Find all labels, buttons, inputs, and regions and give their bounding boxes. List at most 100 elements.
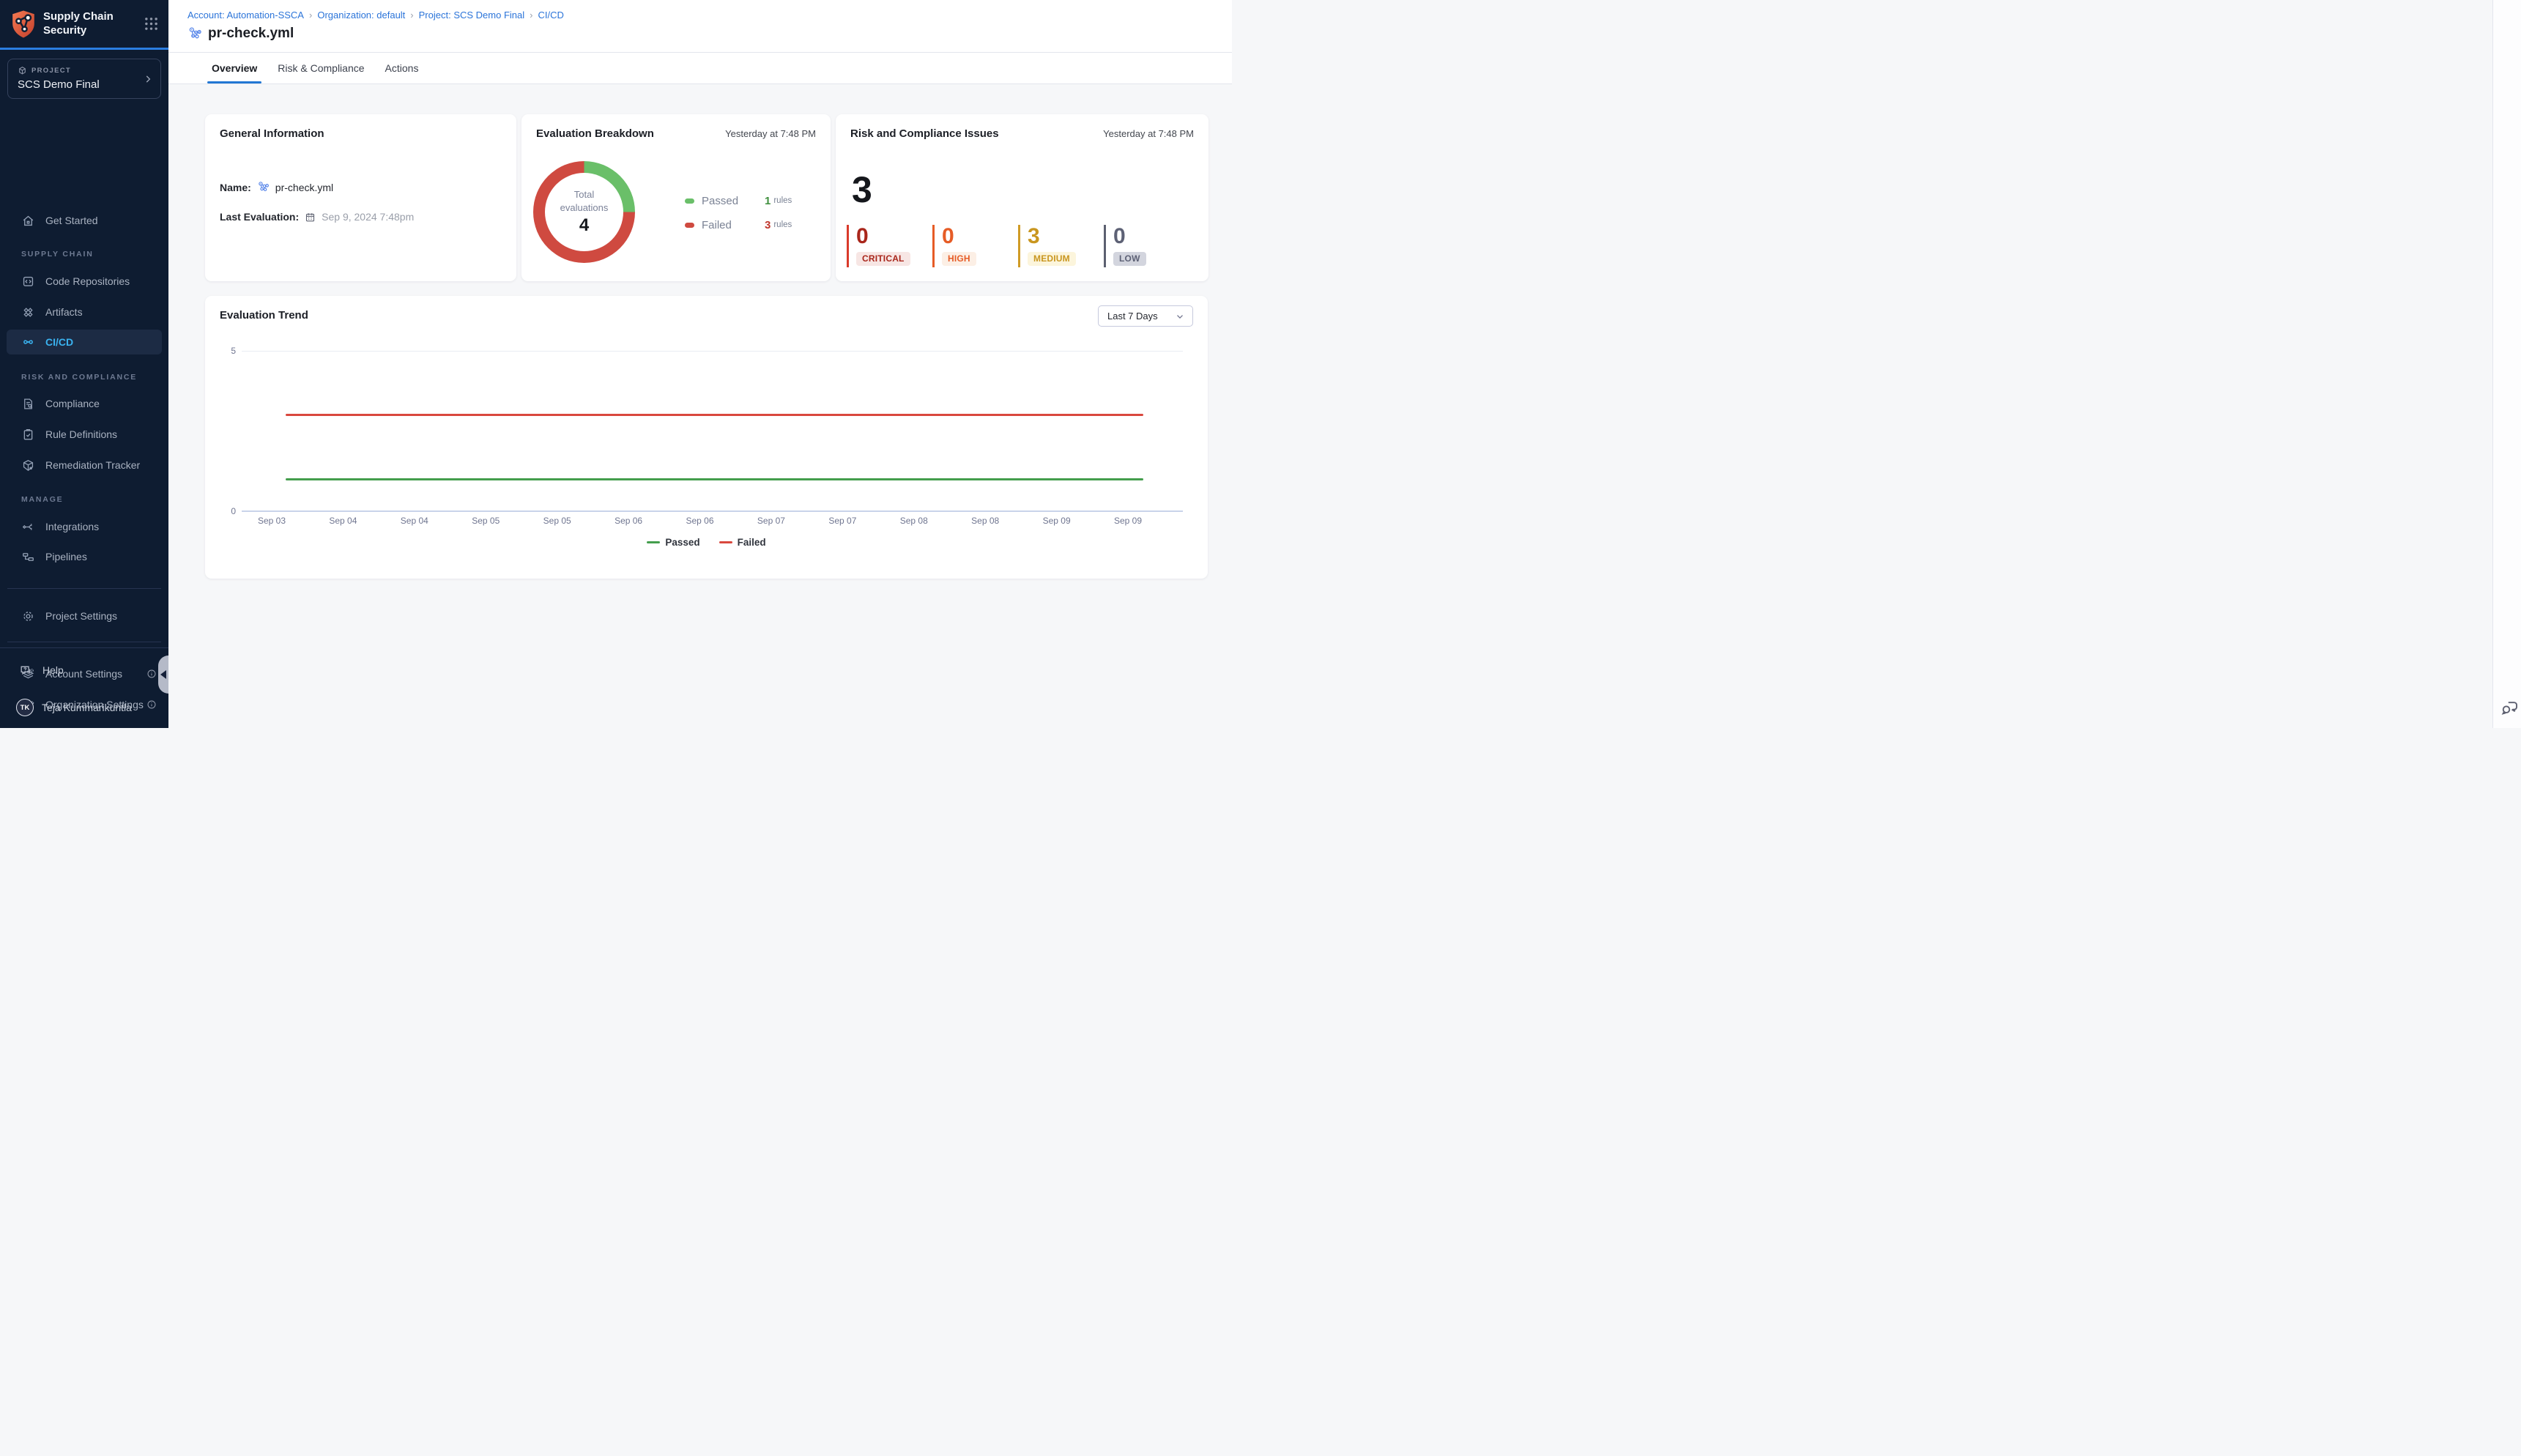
sidebar-item-compliance[interactable]: Compliance — [0, 391, 168, 416]
last-evaluation-value: Sep 9, 2024 7:48pm — [322, 211, 414, 223]
legend-unit: rules — [773, 220, 792, 229]
severity-critical: 0 CRITICAL — [847, 225, 910, 267]
card-title: General Information — [220, 127, 324, 140]
chat-bubbles-icon[interactable] — [2500, 698, 2520, 718]
severity-count: 0 — [856, 226, 910, 248]
y-axis-tick-min: 0 — [224, 506, 236, 516]
x-axis-label: Sep 05 — [453, 516, 519, 526]
breadcrumb-separator: › — [309, 10, 312, 21]
legend-row-passed: Passed 1 rules — [685, 195, 792, 207]
x-axis-label: Sep 06 — [667, 516, 733, 526]
sidebar-item-pipelines[interactable]: Pipelines — [0, 544, 168, 569]
x-axis-label: Sep 08 — [952, 516, 1018, 526]
box-icon — [21, 458, 35, 472]
x-axis-label: Sep 09 — [1024, 516, 1090, 526]
date-range-value: Last 7 Days — [1107, 311, 1158, 322]
breadcrumb-account[interactable]: Account: Automation-SSCA — [188, 10, 304, 21]
tab-overview[interactable]: Overview — [210, 53, 259, 83]
sidebar-item-label: Artifacts — [45, 306, 83, 318]
severity-badge: CRITICAL — [856, 252, 910, 266]
card-title: Risk and Compliance Issues — [850, 127, 999, 140]
x-axis-label: Sep 06 — [595, 516, 661, 526]
evaluation-trend-card: Evaluation Trend Last 7 Days 5 0 Sep 03S… — [205, 296, 1208, 579]
card-title: Evaluation Breakdown — [536, 127, 654, 140]
severity-high: 0 HIGH — [932, 225, 976, 267]
x-axis-label: Sep 03 — [239, 516, 305, 526]
sidebar-item-label: Compliance — [45, 398, 100, 409]
timestamp: Yesterday at 7:48 PM — [725, 128, 816, 139]
sidebar-item-label: Rule Definitions — [45, 428, 117, 440]
clipboard-check-icon — [21, 428, 35, 442]
passed-dash-icon — [647, 541, 660, 544]
module-grid-icon[interactable] — [144, 17, 158, 31]
trend-line-passed — [286, 478, 1143, 480]
sidebar-item-code-repositories[interactable]: Code Repositories — [0, 269, 168, 294]
project-selector-label: PROJECT — [31, 67, 71, 75]
gridline — [242, 351, 1183, 352]
x-axis-label: Sep 04 — [310, 516, 376, 526]
breadcrumb-project[interactable]: Project: SCS Demo Final — [419, 10, 525, 21]
sidebar-item-artifacts[interactable]: Artifacts — [0, 300, 168, 324]
help-chat-icon — [19, 664, 33, 677]
evaluation-breakdown-card: Evaluation Breakdown Yesterday at 7:48 P… — [521, 114, 831, 281]
sidebar-item-remediation-tracker[interactable]: Remediation Tracker — [0, 453, 168, 478]
help-button[interactable]: Help — [0, 658, 168, 682]
timestamp: Yesterday at 7:48 PM — [1103, 128, 1194, 139]
total-issues-count: 3 — [852, 171, 872, 208]
x-axis-line — [242, 510, 1183, 512]
section-manage: MANAGE — [21, 495, 63, 504]
sidebar-header: Supply Chain Security — [0, 0, 168, 50]
sidebar-item-label: Code Repositories — [45, 275, 130, 287]
severity-badge: LOW — [1113, 252, 1146, 266]
x-axis-label: Sep 05 — [524, 516, 590, 526]
x-axis-label: Sep 07 — [809, 516, 875, 526]
passed-swatch-icon — [685, 198, 694, 204]
severity-count: 0 — [942, 226, 976, 248]
severity-medium: 3 MEDIUM — [1018, 225, 1076, 267]
sidebar: Supply Chain Security PROJECT SCS Demo F… — [0, 0, 168, 728]
main-area: Account: Automation-SSCA › Organization:… — [168, 0, 1232, 728]
legend-count: 3 — [765, 219, 771, 231]
share-icon — [21, 520, 35, 534]
date-range-dropdown[interactable]: Last 7 Days — [1098, 305, 1193, 327]
breadcrumb-organization[interactable]: Organization: default — [317, 10, 405, 21]
breadcrumb-separator: › — [410, 10, 413, 21]
x-axis-label: Sep 07 — [738, 516, 804, 526]
failed-swatch-icon — [685, 223, 694, 228]
project-selector-value: SCS Demo Final — [18, 78, 152, 91]
sidebar-item-label: Integrations — [45, 521, 99, 532]
pipeline-icon — [257, 181, 270, 193]
chevron-right-icon — [143, 74, 153, 84]
sidebar-divider — [7, 588, 161, 589]
page-header: Account: Automation-SSCA › Organization:… — [168, 0, 1232, 53]
severity-low: 0 LOW — [1104, 225, 1146, 267]
infinity-icon — [21, 335, 35, 349]
content: General Information Name: pr-check.yml L… — [168, 84, 1232, 728]
sidebar-item-cicd[interactable]: CI/CD — [7, 330, 162, 354]
tab-bar: Overview Risk & Compliance Actions — [168, 53, 1232, 84]
severity-count: 0 — [1113, 226, 1146, 248]
sidebar-item-label: Remediation Tracker — [45, 459, 140, 471]
sidebar-item-get-started[interactable]: Get Started — [0, 208, 168, 233]
breadcrumb-cicd[interactable]: CI/CD — [538, 10, 563, 21]
sidebar-item-rule-definitions[interactable]: Rule Definitions — [0, 422, 168, 447]
tab-actions[interactable]: Actions — [384, 53, 420, 83]
calendar-icon — [305, 212, 316, 223]
sidebar-item-integrations[interactable]: Integrations — [0, 514, 168, 539]
sidebar-item-project-settings[interactable]: Project Settings — [0, 603, 168, 628]
user-menu[interactable]: TK Teja Kummarikuntla — [0, 695, 168, 720]
app-title-line2: Security — [43, 24, 114, 38]
name-label: Name: — [220, 182, 251, 193]
app-title: Supply Chain Security — [43, 10, 114, 38]
tab-risk-compliance[interactable]: Risk & Compliance — [276, 53, 365, 83]
trend-legend: PassedFailed — [205, 537, 1208, 548]
project-selector[interactable]: PROJECT SCS Demo Final — [7, 59, 161, 99]
legend-row-failed: Failed 3 rules — [685, 219, 792, 231]
y-axis-tick-max: 5 — [224, 346, 236, 356]
sidebar-footer: Help TK Teja Kummarikuntla — [0, 647, 168, 728]
donut-center-value: 4 — [579, 215, 589, 236]
gear-icon — [21, 609, 35, 623]
sidebar-item-label: CI/CD — [45, 336, 73, 348]
app-title-line1: Supply Chain — [43, 10, 114, 24]
evaluation-donut-chart: Total evaluations 4 — [533, 161, 635, 263]
